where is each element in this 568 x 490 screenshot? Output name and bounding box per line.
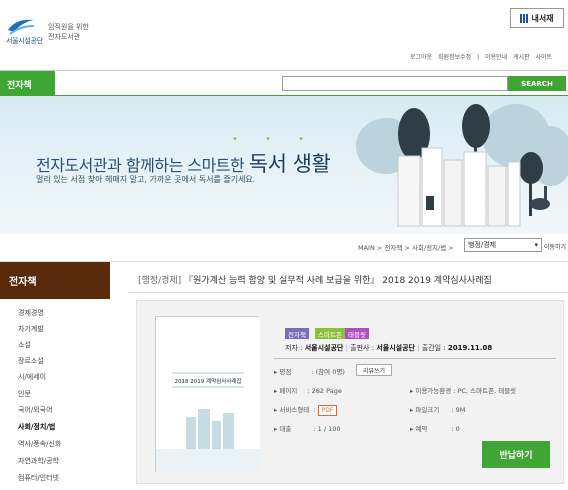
breadcrumb: MAIN > 전자책 > 사회/정치/법 > bbox=[358, 244, 454, 252]
loan-value: : 1 / 100 bbox=[313, 425, 341, 433]
filesize-label: 파일크기 bbox=[415, 406, 440, 414]
logout-link[interactable]: 로그아웃 bbox=[410, 54, 432, 61]
title-divider bbox=[128, 292, 568, 293]
search-input[interactable] bbox=[282, 76, 508, 91]
chevron-down-icon: ▾ bbox=[534, 241, 538, 249]
sidebar-item-economy[interactable]: 경제경영 bbox=[18, 308, 44, 318]
rating-row: ▸ 평점 : (참여 0명) bbox=[274, 368, 345, 376]
book-cover: 2018 2019 계약심사사례집 bbox=[155, 316, 260, 473]
breadcrumb-row: MAIN > 전자책 > 사회/정치/법 > 행정/경제 ▾ 이동하기 bbox=[0, 234, 568, 262]
logo-subtitle-line-2: 전자도서관 bbox=[48, 33, 81, 41]
category-select-value: 행정/경제 bbox=[468, 241, 497, 249]
top-links-divider: | bbox=[477, 54, 480, 61]
pages-value: : 282 Page bbox=[307, 387, 342, 395]
sidebar-item-novel[interactable]: 소설 bbox=[18, 340, 31, 350]
sidebar-item-languages[interactable]: 국어/외국어 bbox=[18, 405, 53, 415]
bars-icon bbox=[520, 13, 529, 23]
devices-value: : PC, 스마트폰, 태블릿 bbox=[453, 387, 517, 395]
my-library-button[interactable]: 내서재 bbox=[510, 8, 564, 28]
nav-title[interactable]: 전자책 bbox=[0, 71, 55, 97]
sidebar-title: 전자책 bbox=[0, 262, 110, 299]
logo-subtitle-line-1: 임직원을 위한 bbox=[48, 23, 89, 31]
header: 서울시설공단 임직원을 위한 전자도서관 내서재 로그아웃 회원정보수정 | 이… bbox=[0, 0, 568, 70]
guide-link[interactable]: 이용안내 bbox=[485, 54, 507, 61]
logo-text[interactable]: 서울시설공단 bbox=[6, 36, 43, 46]
top-links: 로그아웃 회원정보수정 | 이용안내 게시판 사이트 bbox=[410, 52, 556, 61]
pdf-badge: PDF bbox=[317, 405, 338, 416]
format-row: ▸ 서비스형태 : PDF bbox=[274, 404, 338, 416]
book-meta: 저자 : 서울시설공단 | 출판사 : 서울시설공단 | 출간일 : 2019.… bbox=[285, 344, 493, 352]
sidebar-list: 경제경영 자기계발 소설 장르소설 시/에세이 인문 국어/외국어 사회/정치/… bbox=[0, 299, 110, 490]
sidebar-item-humanities[interactable]: 인문 bbox=[18, 389, 31, 399]
member-info-link[interactable]: 회원정보수정 bbox=[438, 54, 471, 61]
date-value: 2019.11.08 bbox=[447, 344, 493, 352]
banner-illustration bbox=[356, 104, 568, 227]
sidebar-item-genre-novel[interactable]: 장르소설 bbox=[18, 356, 44, 366]
banner: • • • 전자도서관과 함께하는 스마트한 독서 생활 멀리 있는 서점 찾아… bbox=[0, 96, 568, 234]
loan-label: 대출 bbox=[279, 425, 292, 433]
book-category: [행정/경제] bbox=[138, 276, 182, 286]
devices-label: 이용가능환경 bbox=[415, 387, 452, 395]
banner-dots: • • • bbox=[232, 134, 317, 145]
book-title: [행정/경제] 『원가계산 능력 함양 및 실무적 사례 보급을 위한』 201… bbox=[138, 273, 564, 286]
sidebar-item-society-politics-law[interactable]: 사회/정치/법 bbox=[18, 422, 55, 432]
move-button[interactable]: 이동하기 bbox=[544, 242, 566, 251]
book-title-text: 『원가계산 능력 함양 및 실무적 사례 보급을 위한』 2018 2019 계… bbox=[184, 276, 492, 286]
sidebar-item-poetry-essay[interactable]: 시/에세이 bbox=[18, 372, 46, 382]
badge-smartphone: 스마트폰 bbox=[315, 328, 345, 339]
sitemap-link[interactable]: 사이트 bbox=[536, 54, 553, 61]
my-library-label: 내서재 bbox=[531, 13, 554, 23]
category-select[interactable]: 행정/경제 ▾ bbox=[464, 238, 542, 252]
reserve-value: : 0 bbox=[451, 425, 460, 433]
return-button[interactable]: 반납하기 bbox=[482, 441, 550, 468]
loan-row: ▸ 대출 : 1 / 100 bbox=[274, 425, 341, 433]
filesize-value: : 9M bbox=[451, 406, 466, 414]
search-button[interactable]: SEARCH bbox=[508, 76, 566, 91]
main-nav: 전자책 SEARCH bbox=[0, 70, 568, 97]
banner-title-emphasis: 독서 생활 bbox=[248, 152, 331, 176]
devices-row: ▸ 이용가능환경 : PC, 스마트폰, 태블릿 bbox=[410, 387, 517, 395]
pages-label: 페이지 bbox=[279, 387, 298, 395]
board-link[interactable]: 게시판 bbox=[513, 54, 530, 61]
date-label: 출간일 bbox=[421, 344, 442, 352]
reserve-label: 예약 bbox=[415, 425, 428, 433]
reserve-row: ▸ 예약 : 0 bbox=[410, 425, 460, 433]
author-value: 서울시설공단 bbox=[304, 344, 344, 352]
logo-mark-icon bbox=[8, 19, 35, 35]
badge-tablet: 태블릿 bbox=[345, 328, 369, 339]
format-label: 서비스형태 bbox=[279, 406, 310, 414]
publisher-value: 서울시설공단 bbox=[376, 344, 415, 352]
rating-label: 평점 bbox=[279, 368, 292, 376]
sidebar-item-science-engineering[interactable]: 자연과학/공학 bbox=[18, 456, 59, 466]
meta-divider bbox=[274, 358, 556, 359]
book-cover-art: 2018 2019 계약심사사례집 bbox=[156, 317, 260, 473]
banner-subtitle: 멀리 있는 서점 찾아 헤매지 말고, 가까운 곳에서 독서를 즐기세요. bbox=[36, 175, 256, 184]
sidebar-item-history-myth[interactable]: 역사/풍속/신화 bbox=[18, 439, 61, 449]
sidebar-item-self-development[interactable]: 자기계발 bbox=[18, 324, 44, 334]
filesize-row: ▸ 파일크기 : 9M bbox=[410, 406, 466, 414]
write-review-button[interactable]: 리뷰쓰기 bbox=[356, 364, 392, 376]
logo-subtitle: 임직원을 위한 전자도서관 bbox=[48, 22, 89, 42]
publisher-label: 출판사 bbox=[350, 344, 370, 352]
banner-title-prefix: 전자도서관과 함께하는 스마트한 bbox=[36, 156, 245, 175]
author-label: 저자 bbox=[285, 344, 298, 352]
book-cover-title: 2018 2019 계약심사사례집 bbox=[175, 377, 242, 385]
sidebar-item-computer-internet[interactable]: 컴퓨터/인터넷 bbox=[18, 473, 59, 483]
pages-row: ▸ 페이지 : 282 Page bbox=[274, 387, 342, 395]
rating-value: : (참여 0명) bbox=[311, 368, 345, 376]
badge-ebook: 전자책 bbox=[285, 328, 309, 339]
